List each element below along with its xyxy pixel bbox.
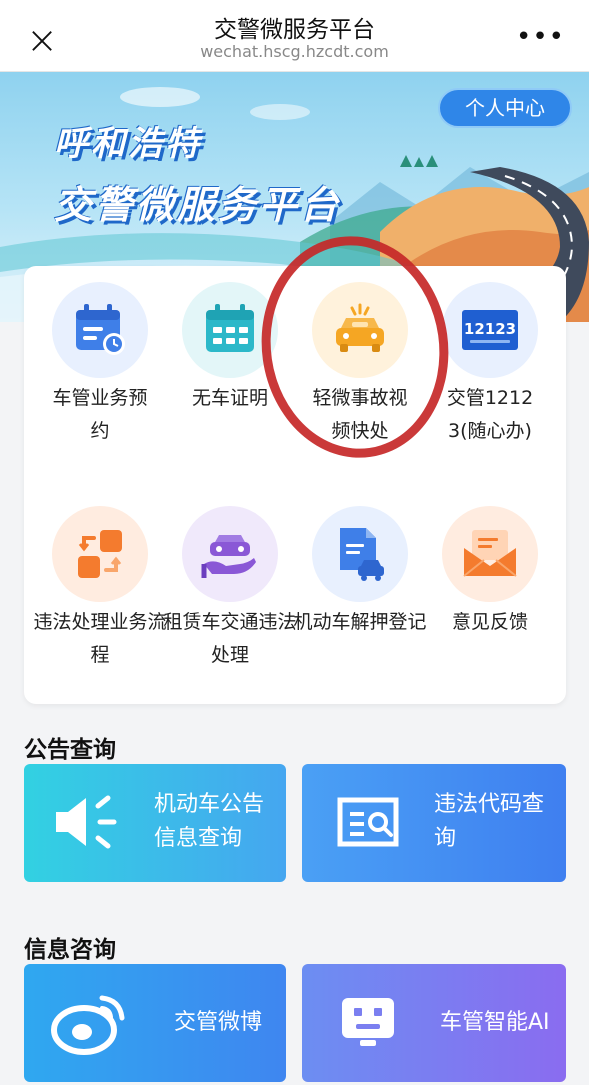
robot-icon — [342, 998, 394, 1046]
service-feedback[interactable]: 意见反馈 — [422, 506, 558, 639]
app-12123-text: 12123 — [464, 320, 516, 338]
tile-label: 交管微博 — [174, 1010, 263, 1035]
tile-label: 车管智能AI — [440, 1010, 550, 1035]
more-options-icon[interactable]: ••• — [516, 22, 565, 52]
tile-traffic-weibo[interactable]: 交管微博 — [24, 964, 286, 1082]
banner-title-city: 呼和浩特 — [54, 124, 202, 164]
tile-vehicle-admin-ai[interactable]: 车管智能AI — [302, 964, 566, 1082]
tile-label: 违法代码查询 — [434, 792, 545, 851]
service-label: 交管12123(随心办) — [446, 387, 534, 442]
tile-violation-code-query[interactable]: 违法代码查询 — [302, 764, 566, 882]
service-label: 租赁车交通违法处理 — [163, 611, 297, 666]
service-vehicle-appointment[interactable]: 车管业务预约 — [32, 282, 168, 448]
speaker-icon — [56, 795, 117, 849]
process-flow-icon — [52, 506, 148, 602]
page-title: 交警微服务平台 — [214, 17, 375, 43]
document-car-icon — [312, 506, 408, 602]
service-label: 车管业务预约 — [52, 387, 148, 442]
page-url: wechat.hscg.hzcdt.com — [200, 42, 389, 61]
weibo-icon — [51, 995, 125, 1055]
section-title-info: 信息咨询 — [24, 937, 116, 963]
envelope-icon — [442, 506, 538, 602]
tile-label: 机动车公告信息查询 — [154, 792, 265, 851]
banner-title-platform: 交警微服务平台 — [54, 183, 342, 227]
service-label: 违法处理业务流程 — [33, 611, 167, 666]
section-title-announcement: 公告查询 — [24, 737, 116, 763]
tile-vehicle-announcement-query[interactable]: 机动车公告信息查询 — [24, 764, 286, 882]
service-vehicle-release-registration[interactable]: 机动车解押登记 — [292, 506, 428, 639]
calendar-clock-icon — [52, 282, 148, 378]
service-rental-car-violation[interactable]: 租赁车交通违法处理 — [162, 506, 298, 672]
service-violation-process[interactable]: 违法处理业务流程 — [32, 506, 168, 672]
top-nav-bar: × 交警微服务平台 wechat.hscg.hzcdt.com ••• — [0, 0, 589, 72]
personal-center-button[interactable]: 个人中心 — [438, 88, 572, 128]
service-label: 意见反馈 — [451, 611, 528, 633]
service-label: 机动车解押登记 — [293, 611, 427, 633]
app-12123-icon: 12123 — [442, 282, 538, 378]
code-search-icon — [337, 797, 399, 847]
hand-car-icon — [182, 506, 278, 602]
